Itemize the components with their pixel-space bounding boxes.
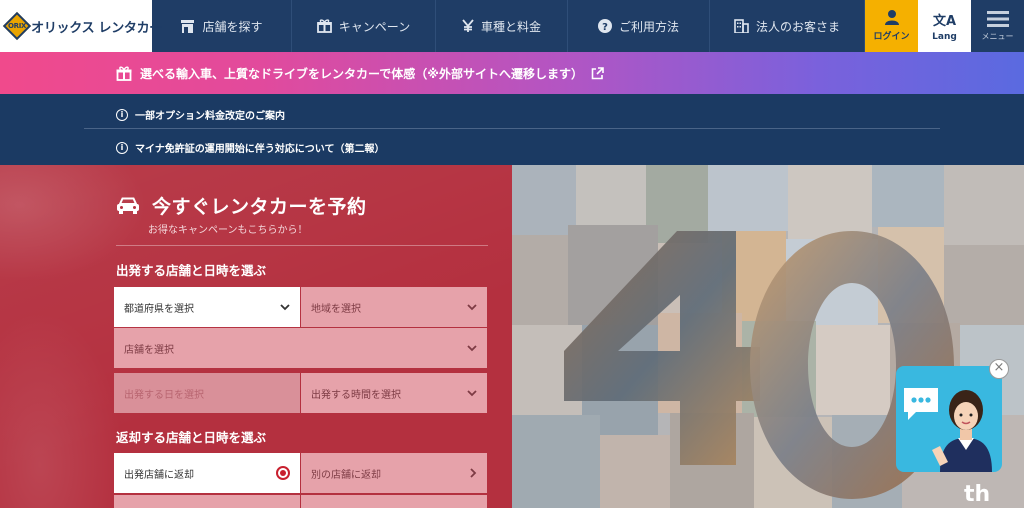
- external-link-icon: [591, 66, 604, 79]
- nav-label: 法人のお客さま: [755, 19, 840, 34]
- nav-how-to-use[interactable]: ? ご利用方法: [568, 0, 710, 52]
- lang-label: Lang: [932, 32, 957, 42]
- radio-selected-icon[interactable]: [276, 466, 290, 480]
- store-placeholder: 店舗を選択: [124, 344, 174, 356]
- user-icon: [884, 10, 899, 25]
- nav-label: キャンペーン: [338, 19, 411, 34]
- chat-assistant-illustration: [904, 388, 992, 472]
- nav-corporate[interactable]: 法人のお客さま: [710, 0, 865, 52]
- departure-date-select[interactable]: 出発する日を選択: [114, 373, 300, 413]
- top-navigation: ORIX オリックス レンタカー 店舗を探す キャンペーン 車種と料金 ? ご利…: [0, 0, 1024, 52]
- store-select[interactable]: 店舗を選択: [114, 328, 487, 368]
- return-other-store-option[interactable]: 別の店舗に返却: [301, 453, 487, 493]
- nav-label: 車種と料金: [480, 19, 541, 34]
- departure-time-select[interactable]: 出発する時間を選択: [301, 373, 487, 413]
- return-section-title: 返却する店舗と日時を選ぶ: [116, 430, 267, 445]
- chat-close-button[interactable]: ×: [989, 359, 1009, 379]
- date-placeholder: 出発する日を選択: [124, 389, 204, 401]
- divider: [116, 245, 488, 246]
- notice-option-fee[interactable]: i 一部オプション料金改定のご案内: [116, 107, 285, 122]
- gift-icon: [316, 19, 332, 33]
- notice-text: マイナ免許証の運用開始に伴う対応について（第二報）: [135, 144, 385, 155]
- reservation-panel: 今すぐレンタカーを予約 お得なキャンペーンもこちらから！ 出発する店舗と日時を選…: [0, 165, 512, 508]
- chevron-down-icon: [280, 303, 290, 310]
- hamburger-icon: [986, 10, 1009, 27]
- return-same-label: 出発店舗に返却: [124, 469, 194, 481]
- chevron-down-icon: [467, 303, 477, 310]
- chevron-right-icon: [470, 468, 477, 478]
- time-placeholder: 出発する時間を選択: [311, 389, 401, 401]
- info-icon: i: [116, 141, 128, 154]
- nav-label: ご利用方法: [618, 19, 679, 34]
- svg-text:?: ?: [602, 22, 608, 33]
- orix-logo-mark: ORIX: [2, 11, 32, 41]
- nav-find-store[interactable]: 店舗を探す: [152, 0, 292, 52]
- logo-text: オリックス レンタカー: [31, 20, 162, 36]
- login-button[interactable]: ログイン: [865, 0, 918, 52]
- login-label: ログイン: [873, 32, 910, 42]
- reservation-subtitle[interactable]: お得なキャンペーンもこちらから！: [148, 221, 308, 236]
- prefecture-placeholder: 都道府県を選択: [124, 303, 194, 315]
- yen-icon: [462, 19, 474, 32]
- return-other-label: 別の店舗に返却: [311, 469, 381, 481]
- prefecture-select[interactable]: 都道府県を選択: [114, 287, 300, 327]
- notice-divider: [84, 128, 940, 129]
- promo-text: 選べる輸入車、上質なドライブをレンタカーで体感（※外部サイトへ遷移します）: [140, 66, 583, 81]
- language-button[interactable]: 文A Lang: [918, 0, 971, 52]
- chevron-down-icon: [467, 389, 477, 396]
- reservation-title: 今すぐレンタカーを予約: [152, 196, 367, 218]
- promo-banner[interactable]: 選べる輸入車、上質なドライブをレンタカーで体感（※外部サイトへ遷移します）: [0, 52, 1024, 94]
- return-field-partial[interactable]: [114, 495, 300, 508]
- question-icon: ?: [597, 19, 612, 33]
- nav-campaign[interactable]: キャンペーン: [292, 0, 436, 52]
- chevron-down-icon: [467, 344, 477, 351]
- menu-label: メニュー: [981, 31, 1014, 41]
- info-icon: i: [116, 108, 128, 121]
- car-icon: [117, 197, 139, 214]
- notice-text: 一部オプション料金改定のご案内: [135, 111, 285, 122]
- nav-models-prices[interactable]: 車種と料金: [436, 0, 568, 52]
- chat-support-widget[interactable]: [896, 366, 1002, 472]
- building-icon: [734, 19, 749, 33]
- orix-rentacar-logo[interactable]: ORIX オリックス レンタカー: [0, 0, 162, 52]
- store-icon: [181, 19, 195, 33]
- svg-text:th: th: [964, 482, 990, 507]
- nav-label: 店舗を探す: [202, 19, 263, 34]
- area-select[interactable]: 地域を選択: [301, 287, 487, 327]
- departure-section-title: 出発する店舗と日時を選ぶ: [116, 263, 267, 278]
- area-placeholder: 地域を選択: [311, 303, 361, 315]
- translate-icon: 文A: [932, 14, 957, 29]
- notice-mynumber-license[interactable]: i マイナ免許証の運用開始に伴う対応について（第二報）: [116, 140, 385, 155]
- return-field-partial[interactable]: [301, 495, 487, 508]
- notice-list: i 一部オプション料金改定のご案内 i マイナ免許証の運用開始に伴う対応について…: [0, 94, 1024, 165]
- menu-button[interactable]: メニュー: [971, 0, 1024, 52]
- reservation-heading: 今すぐレンタカーを予約: [116, 192, 367, 219]
- gift-icon: [116, 66, 132, 81]
- return-same-store-option[interactable]: 出発店舗に返却: [114, 453, 300, 493]
